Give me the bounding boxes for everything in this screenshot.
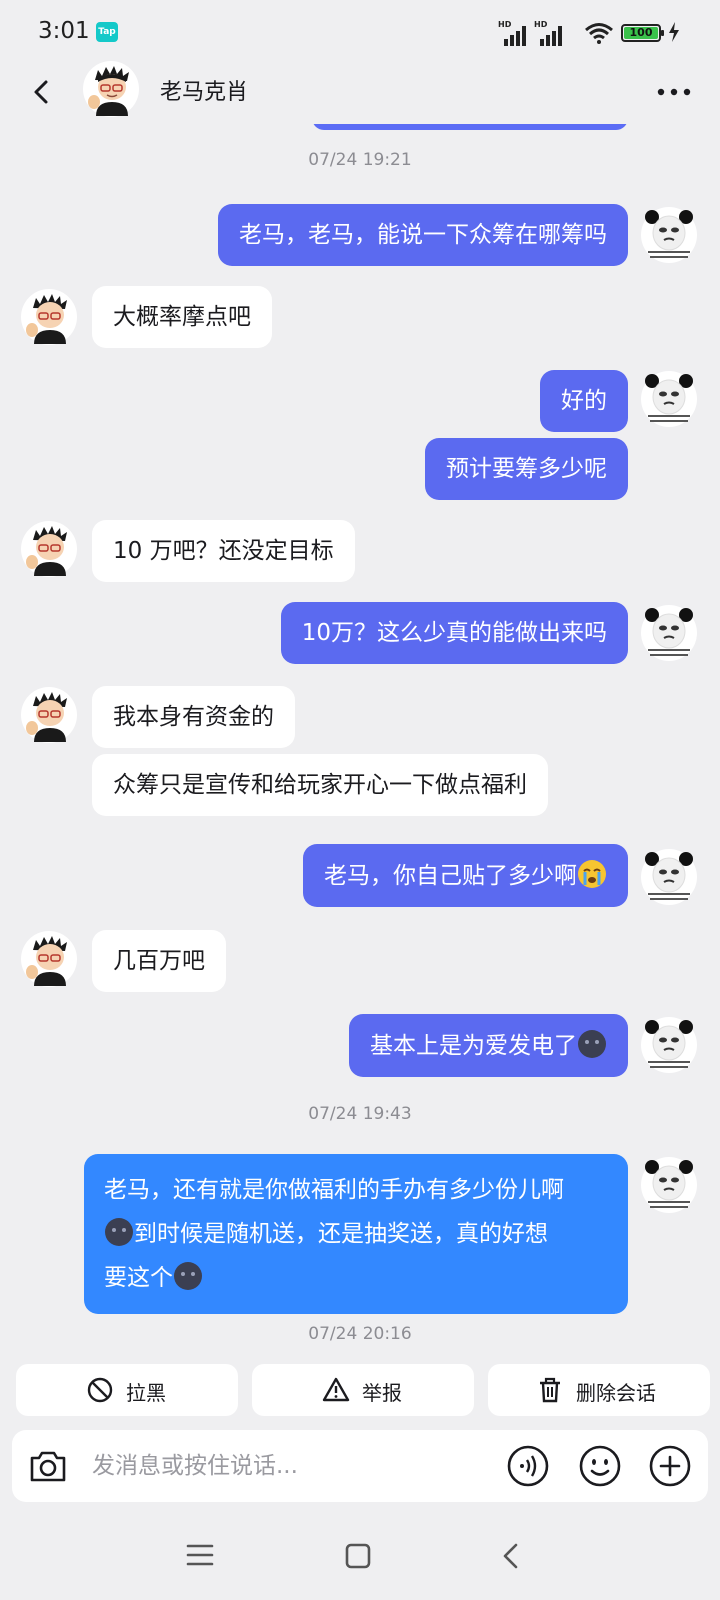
conversation-actions: 拉黑 举报 删除会话 bbox=[0, 1364, 720, 1416]
contact-message-bubble[interactable]: 大概率摩点吧 bbox=[92, 286, 272, 348]
message-list[interactable]: 07/24 19:21 老马，老马，能说一下众筹在哪筹吗 大概率摩点吧 好的 预… bbox=[0, 124, 720, 1354]
back-nav-icon[interactable] bbox=[500, 1542, 522, 1570]
more-options-button[interactable] bbox=[654, 80, 694, 104]
delete-label: 删除会话 bbox=[576, 1381, 656, 1405]
emoji-icon[interactable] bbox=[578, 1444, 622, 1488]
menu-icon[interactable] bbox=[186, 1542, 214, 1568]
battery-icon: 100 bbox=[621, 24, 664, 42]
delete-conversation-button[interactable]: 删除会话 bbox=[488, 1364, 710, 1416]
message-line: 要这个 bbox=[104, 1265, 173, 1291]
my-message-bubble[interactable]: 好的 bbox=[540, 370, 628, 432]
status-bar: 3:01 Tap HD HD 100 bbox=[0, 0, 720, 62]
wifi-icon bbox=[585, 23, 613, 44]
contact-avatar[interactable] bbox=[82, 60, 140, 118]
my-avatar[interactable] bbox=[640, 370, 698, 428]
contact-avatar[interactable] bbox=[20, 520, 78, 578]
plus-icon[interactable] bbox=[648, 1444, 692, 1488]
timestamp: 07/24 19:43 bbox=[308, 1104, 412, 1124]
chat-header: 老马克肖 bbox=[0, 60, 720, 124]
voice-icon[interactable] bbox=[506, 1444, 550, 1488]
camera-icon[interactable] bbox=[26, 1444, 70, 1488]
report-button[interactable]: 举报 bbox=[252, 1364, 474, 1416]
my-message-bubble[interactable]: 基本上是为爱发电了 bbox=[349, 1014, 628, 1077]
message-input[interactable] bbox=[92, 1444, 492, 1488]
previous-message-bubble[interactable] bbox=[312, 124, 628, 130]
my-avatar[interactable] bbox=[640, 206, 698, 264]
message-text: 基本上是为爱发电了 bbox=[370, 1033, 577, 1059]
my-avatar[interactable] bbox=[640, 1156, 698, 1214]
trash-icon bbox=[540, 1377, 560, 1403]
taptap-app-icon: Tap bbox=[96, 22, 118, 42]
dark-face-emoji bbox=[578, 1030, 606, 1058]
message-text: 老马，你自己贴了多少啊 bbox=[324, 863, 577, 889]
my-avatar[interactable] bbox=[640, 1016, 698, 1074]
block-icon bbox=[87, 1377, 113, 1403]
chat-title: 老马克肖 bbox=[160, 80, 249, 105]
contact-message-bubble[interactable]: 众筹只是宣传和给玩家开心一下做点福利 bbox=[92, 754, 548, 816]
my-avatar[interactable] bbox=[640, 848, 698, 906]
system-navigation-bar bbox=[0, 1510, 720, 1600]
dark-face-emoji bbox=[174, 1262, 202, 1290]
contact-avatar[interactable] bbox=[20, 930, 78, 988]
report-label: 举报 bbox=[362, 1381, 402, 1405]
contact-message-bubble[interactable]: 我本身有资金的 bbox=[92, 686, 295, 748]
block-label: 拉黑 bbox=[126, 1381, 166, 1405]
home-icon[interactable] bbox=[344, 1542, 372, 1570]
my-message-bubble[interactable]: 老马，老马，能说一下众筹在哪筹吗 bbox=[218, 204, 628, 266]
crying-face-emoji bbox=[578, 860, 606, 888]
warning-icon bbox=[322, 1377, 350, 1402]
message-composer bbox=[12, 1430, 708, 1502]
contact-message-bubble[interactable]: 10 万吧？还没定目标 bbox=[92, 520, 355, 582]
my-message-bubble[interactable]: 老马，还有就是你做福利的手办有多少份儿啊 到时候是随机送，还是抽奖送，真的好想 … bbox=[84, 1154, 628, 1314]
timestamp: 07/24 19:21 bbox=[308, 150, 412, 170]
contact-avatar[interactable] bbox=[20, 686, 78, 744]
my-message-bubble[interactable]: 老马，你自己贴了多少啊 bbox=[303, 844, 628, 907]
my-message-bubble[interactable]: 预计要筹多少呢 bbox=[425, 438, 628, 500]
message-line: 到时候是随机送，还是抽奖送，真的好想 bbox=[134, 1221, 548, 1247]
message-line: 老马，还有就是你做福利的手办有多少份儿啊 bbox=[104, 1177, 564, 1203]
contact-avatar[interactable] bbox=[20, 288, 78, 346]
my-avatar[interactable] bbox=[640, 604, 698, 662]
dark-face-emoji bbox=[105, 1218, 133, 1246]
timestamp: 07/24 20:16 bbox=[308, 1324, 412, 1344]
charging-icon bbox=[669, 22, 679, 42]
back-button[interactable] bbox=[26, 72, 56, 112]
my-message-bubble[interactable]: 10万？这么少真的能做出来吗 bbox=[280, 602, 628, 664]
block-button[interactable]: 拉黑 bbox=[16, 1364, 238, 1416]
contact-message-bubble[interactable]: 几百万吧 bbox=[92, 930, 226, 992]
status-time: 3:01 bbox=[38, 18, 90, 44]
